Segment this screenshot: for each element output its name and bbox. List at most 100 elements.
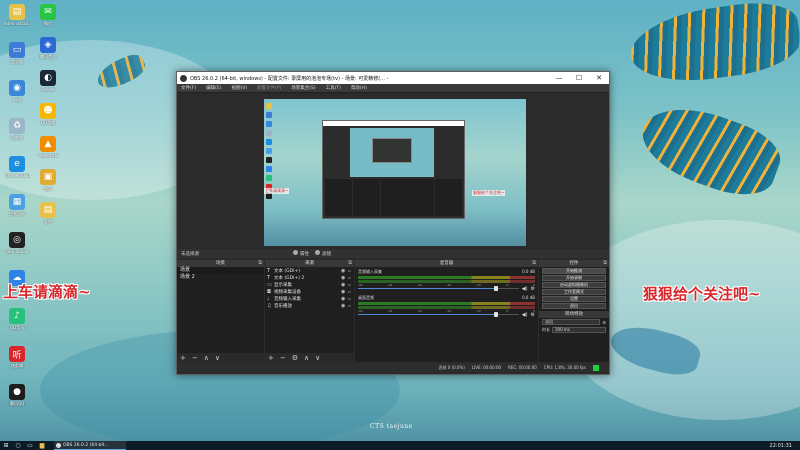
start-streaming-button[interactable]: 开始推流 [542,268,606,274]
source-properties-button[interactable]: ⚙ [292,354,298,362]
source-item[interactable]: ▭ 显示采集 ◉ ▫ [265,281,354,288]
desktop-icon[interactable]: ◐ Steam [35,70,61,92]
desktop-icon[interactable]: ▲ VideoLAN [35,136,61,158]
source-item[interactable]: ♩ 音频输入采集 ◉ ▫ [265,295,354,302]
eye-icon[interactable]: ◉ [341,289,348,295]
menu-scene-collection[interactable]: 场景集合(S) [291,85,315,91]
lock-icon[interactable]: ▫ [348,303,354,308]
lock-icon[interactable]: ▫ [348,282,354,287]
menu-tools[interactable]: 工具(T) [326,85,341,91]
eye-icon[interactable]: ◉ [341,303,348,309]
source-item[interactable]: ♫ 音乐播放 ◉ ▫ [265,302,354,309]
menu-view[interactable]: 视图(V) [231,85,247,91]
remove-scene-button[interactable]: − [192,354,198,362]
desktop-icon[interactable]: ◈ 腾讯会议 [35,37,61,60]
preview-label-right: 狠狠给个关注吧~ [472,190,506,196]
menu-profile[interactable]: 配置文件(P) [257,85,281,91]
filters-button[interactable]: 滤镜 [315,250,331,257]
desktop-icon[interactable]: ♪ QQ音乐 [4,308,30,331]
scene-item[interactable]: 场景 [177,267,264,274]
source-item[interactable]: ◘ 视频采集设备 ◉ ▫ [265,288,354,295]
move-scene-down-button[interactable]: ∨ [215,354,220,362]
desktop-icon[interactable]: ● 腾讯QQ [4,384,30,407]
start-virtual-camera-button[interactable]: 启动虚拟摄像机 [542,282,606,288]
duration-input[interactable]: 300 ms [552,327,606,333]
source-item[interactable]: T 文本 (GDI+) ◉ ▫ [265,267,354,274]
undock-icon[interactable]: ⧉ [532,260,536,267]
undock-icon[interactable]: ⧉ [348,260,352,267]
desktop-icon[interactable]: ✉ 微信 [35,4,61,27]
search-icon[interactable]: ○ [12,441,24,450]
filter-icon [315,250,320,255]
eye-icon[interactable]: ◉ [341,268,348,274]
desktop-icon[interactable]: ▤ 文件 [35,202,61,225]
desktop-icon[interactable]: ▦ 控制面板 [4,194,30,217]
transition-select[interactable]: 淡出 [542,319,601,325]
eye-icon[interactable]: ◉ [341,282,348,288]
mixer-track-db: 0.0 dB [522,269,535,274]
undock-icon[interactable]: ⧉ [603,260,607,267]
mixer-track-name: 音频输入采集 [358,269,382,274]
taskbar-app-obs[interactable]: OBS 26.0.2 (64-bit... [54,441,126,450]
close-button[interactable]: ✕ [589,74,609,82]
undock-icon[interactable]: ⧉ [258,260,262,267]
status-bar: 丢帧 0 (0.0%) LIVE: 00:00:00 REC: 00:00:00… [177,363,609,372]
scene-item[interactable]: 场景 2 [177,274,264,281]
gear-icon[interactable]: ⚙ [531,286,535,292]
add-source-button[interactable]: + [268,354,274,362]
start-recording-button[interactable]: 开始录制 [542,275,606,281]
desktop-icon[interactable]: ☻ QQ游戏 [35,103,61,126]
desktop-icon-label: 微信 [44,21,52,26]
overlay-text-left: 上车请滴滴~ [3,283,91,301]
move-scene-up-button[interactable]: ∧ [204,354,209,362]
volume-slider[interactable] [358,311,519,317]
volume-slider-knob[interactable] [494,285,499,291]
speaker-icon[interactable]: ◀) [522,286,528,292]
volume-meter [358,306,535,309]
menu-edit[interactable]: 编辑(E) [206,85,221,91]
maximize-button[interactable]: ☐ [569,74,589,82]
source-toolbar: 未选择源 属性 滤镜 [177,249,609,258]
desktop-icon[interactable]: ♻ 回收站 [4,118,30,141]
studio-mode-button[interactable]: 工作室模式 [542,289,606,295]
lock-icon[interactable]: ▫ [348,268,354,273]
desktop-icon[interactable]: ▣ 快压 [35,169,61,192]
menu-help[interactable]: 帮助(H) [351,85,367,91]
add-scene-button[interactable]: + [180,354,186,362]
speaker-icon[interactable]: ◀) [522,312,528,318]
volume-slider-knob[interactable] [494,311,499,317]
source-item[interactable]: T 文本 (GDI+) 2 ◉ ▫ [265,274,354,281]
settings-button[interactable]: 设置 [542,296,606,302]
sources-list: T 文本 (GDI+) ◉ ▫ T 文本 (GDI+) 2 ◉ ▫ ▭ 显示采集 ◉ ▫ ◘ 视频采集设备… [265,267,354,353]
exit-button[interactable]: 退出 [542,303,606,309]
lock-icon[interactable]: ▫ [348,289,354,294]
remove-source-button[interactable]: − [280,354,286,362]
desktop-icon[interactable]: ◉ 网络 [4,80,30,103]
eye-icon[interactable]: ◉ [341,296,348,302]
menu-file[interactable]: 文件(F) [181,85,196,91]
desktop-icon[interactable]: 听快剪辑 [4,346,30,369]
scenes-dock: 场景 ⧉ 场景 场景 2 + − ∧ ∨ [177,260,264,362]
lock-icon[interactable]: ▫ [348,275,354,280]
task-view-icon[interactable]: ▭ [24,441,36,450]
gear-icon[interactable]: ⚙ [531,312,535,318]
lock-icon[interactable]: ▫ [348,296,354,301]
window-titlebar[interactable]: OBS 26.0.2 (64-bit, windows) - 配置文件: 录屏用… [177,72,609,84]
source-name: 音乐播放 [274,303,292,309]
file-explorer-icon[interactable]: ▆ [36,441,48,450]
transitions-header: 转场特效 [539,311,609,318]
move-source-down-button[interactable]: ∨ [315,354,320,362]
desktop-icon[interactable]: ▤ Administrator [4,4,30,26]
preview-canvas[interactable]: 上车请滴滴~ 狠狠给个关注吧~ [264,99,526,246]
obs-window[interactable]: OBS 26.0.2 (64-bit, windows) - 配置文件: 录屏用… [176,71,610,375]
eye-icon[interactable]: ◉ [341,275,348,281]
desktop-icon[interactable]: ◎ OBS Studio [4,232,30,254]
move-source-up-button[interactable]: ∧ [304,354,309,362]
properties-button[interactable]: 属性 [293,250,309,257]
desktop-icon[interactable]: ▭ 此电脑 [4,42,30,65]
volume-slider[interactable] [358,285,519,291]
gear-icon[interactable]: ⚙ [602,320,606,325]
desktop-icon[interactable]: eInternet Explorer [4,156,30,178]
windows-start-icon[interactable]: ⊞ [0,441,12,450]
minimize-button[interactable]: — [549,74,569,82]
